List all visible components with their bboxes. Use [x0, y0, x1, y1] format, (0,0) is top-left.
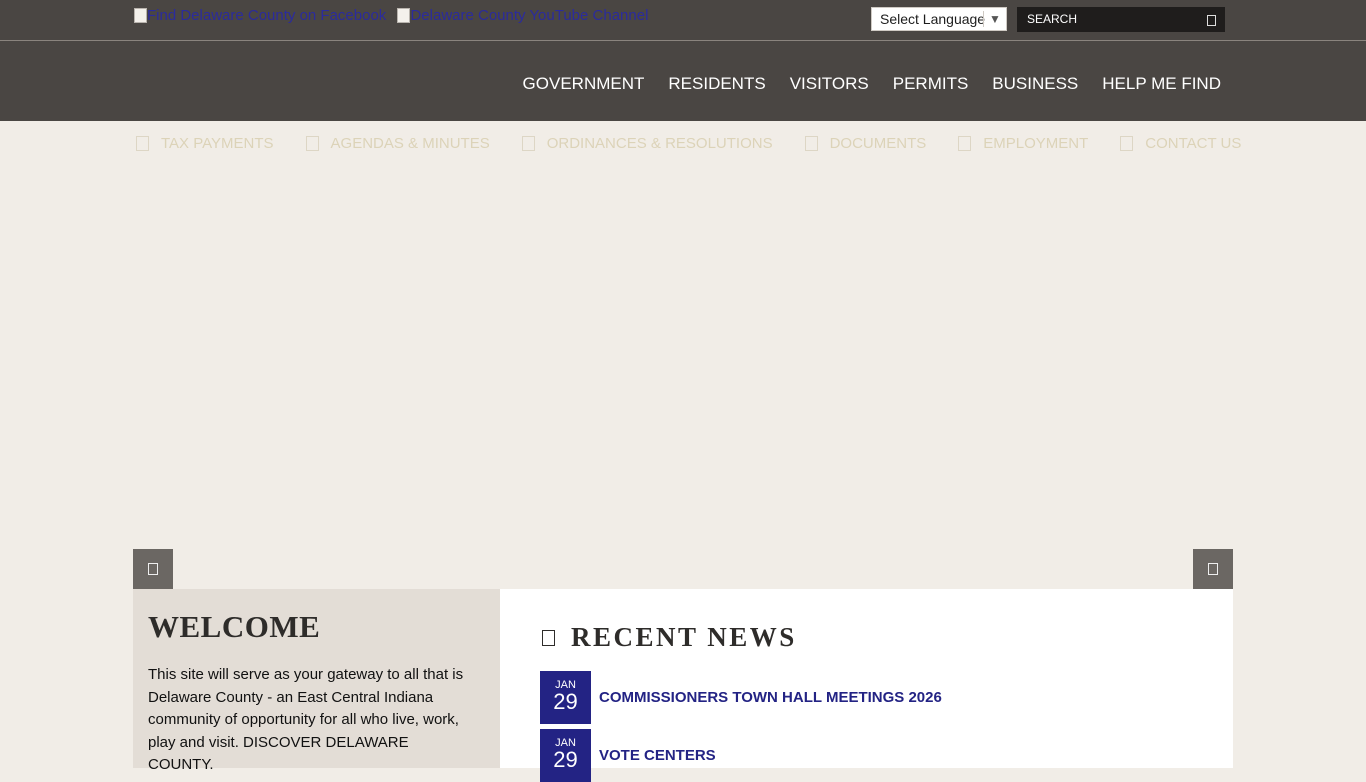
search-icon[interactable]	[1207, 15, 1216, 26]
contact-icon	[1120, 136, 1134, 151]
document-icon	[804, 136, 818, 151]
quick-link-tax-payments[interactable]: TAX PAYMENTS	[133, 135, 274, 152]
facebook-icon	[133, 7, 147, 23]
news-title-link[interactable]: COMMISSIONERS TOWN HALL MEETINGS 2026	[599, 689, 942, 706]
news-title-link[interactable]: VOTE CENTERS	[599, 747, 716, 764]
nav-business[interactable]: BUSINESS	[992, 75, 1078, 93]
main-navigation-bar: GOVERNMENT RESIDENTS VISITORS PERMITS BU…	[0, 41, 1366, 121]
news-icon	[542, 629, 555, 646]
language-select-value: Select Language	[880, 11, 986, 27]
news-month: JAN	[555, 737, 576, 749]
news-date-badge: JAN 29	[540, 729, 591, 782]
recent-news-heading: RECENT NEWS	[542, 622, 797, 653]
welcome-title: WELCOME	[148, 609, 321, 644]
recent-news-panel: RECENT NEWS JAN 29 COMMISSIONERS TOWN HA…	[500, 589, 1233, 782]
quick-link-ordinances[interactable]: ORDINANCES & RESOLUTIONS	[519, 135, 773, 152]
employment-icon	[958, 136, 972, 151]
search-input[interactable]: SEARCH	[1017, 7, 1225, 32]
welcome-text: This site will serve as your gateway to …	[148, 666, 464, 773]
nav-residents[interactable]: RESIDENTS	[668, 75, 765, 93]
quick-link-label: CONTACT US	[1145, 135, 1242, 152]
quick-link-employment[interactable]: EMPLOYMENT	[955, 135, 1088, 152]
news-day: 29	[553, 689, 578, 714]
quick-link-label: DOCUMENTS	[829, 135, 927, 152]
nav-visitors[interactable]: VISITORS	[790, 75, 869, 93]
quick-link-agendas[interactable]: AGENDAS & MINUTES	[303, 135, 490, 152]
quick-links: TAX PAYMENTS AGENDAS & MINUTES ORDINANCE…	[133, 135, 1270, 152]
facebook-link-text: Find Delaware County on Facebook	[147, 7, 387, 24]
quick-link-documents[interactable]: DOCUMENTS	[802, 135, 927, 152]
quick-link-contact-us[interactable]: CONTACT US	[1117, 135, 1241, 152]
chevron-right-icon	[1208, 563, 1218, 575]
slider-prev-button[interactable]	[133, 549, 173, 589]
quick-link-label: AGENDAS & MINUTES	[330, 135, 490, 152]
news-date-badge: JAN 29	[540, 671, 591, 724]
nav-help-me-find[interactable]: HELP ME FIND	[1102, 75, 1221, 93]
slider-next-button[interactable]	[1193, 549, 1233, 589]
news-item[interactable]: JAN 29 VOTE CENTERS	[540, 729, 716, 782]
search-placeholder: SEARCH	[1027, 12, 1078, 26]
tax-icon	[136, 136, 149, 151]
main-nav: GOVERNMENT RESIDENTS VISITORS PERMITS BU…	[499, 75, 1221, 93]
news-item[interactable]: JAN 29 COMMISSIONERS TOWN HALL MEETINGS …	[540, 671, 942, 724]
quick-link-label: EMPLOYMENT	[983, 135, 1089, 152]
chevron-left-icon	[148, 563, 158, 575]
quick-link-label: TAX PAYMENTS	[161, 135, 274, 152]
youtube-link-text: Delaware County YouTube Channel	[410, 7, 649, 24]
chevron-down-icon: ▼	[983, 11, 1006, 27]
recent-news-title: RECENT NEWS	[571, 622, 797, 652]
quick-link-label: ORDINANCES & RESOLUTIONS	[546, 135, 773, 152]
nav-government[interactable]: GOVERNMENT	[523, 75, 645, 93]
youtube-icon	[396, 7, 411, 23]
language-select[interactable]: Select Language ▼	[871, 7, 1007, 31]
ordinance-icon	[521, 136, 535, 151]
news-month: JAN	[555, 679, 576, 691]
social-links: Find Delaware County on Facebook Delawar…	[133, 7, 654, 24]
welcome-panel: WELCOME This site will serve as your gat…	[133, 589, 500, 773]
youtube-link[interactable]: Delaware County YouTube Channel	[396, 7, 648, 24]
top-utility-bar: Find Delaware County on Facebook Delawar…	[0, 0, 1366, 41]
nav-permits[interactable]: PERMITS	[893, 75, 969, 93]
facebook-link[interactable]: Find Delaware County on Facebook	[133, 7, 386, 24]
agenda-icon	[305, 136, 319, 151]
